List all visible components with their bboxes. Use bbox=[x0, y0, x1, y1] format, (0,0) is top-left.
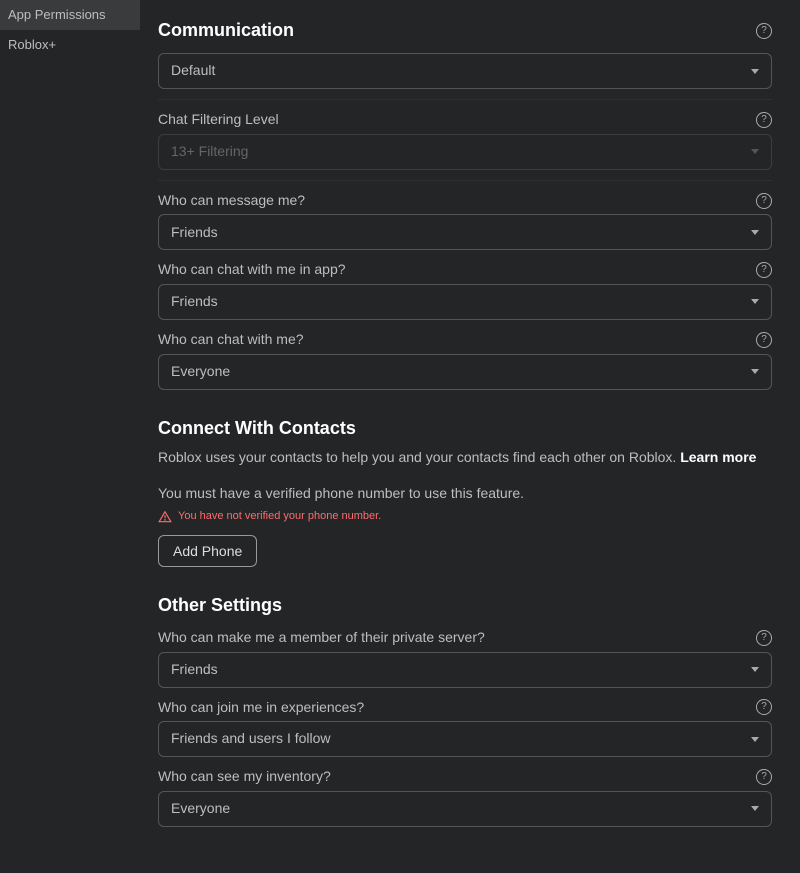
select-value: Friends bbox=[171, 223, 218, 243]
chevron-down-icon bbox=[751, 149, 759, 154]
select-value: Everyone bbox=[171, 362, 230, 382]
sidebar-item-roblox-plus[interactable]: Roblox+ bbox=[0, 30, 140, 60]
section-other-settings: Other Settings Who can make me a member … bbox=[158, 593, 772, 827]
chevron-down-icon bbox=[751, 299, 759, 304]
label-who-chat: Who can chat with me? bbox=[158, 330, 304, 350]
select-value: Friends and users I follow bbox=[171, 729, 331, 749]
select-value: Everyone bbox=[171, 799, 230, 819]
select-chat-filtering: 13+ Filtering bbox=[158, 134, 772, 170]
help-icon[interactable] bbox=[756, 699, 772, 715]
label-join-experiences: Who can join me in experiences? bbox=[158, 698, 364, 718]
help-icon[interactable] bbox=[756, 112, 772, 128]
sidebar-item-label: App Permissions bbox=[8, 6, 106, 24]
chevron-down-icon bbox=[751, 806, 759, 811]
learn-more-link[interactable]: Learn more bbox=[680, 449, 756, 465]
select-communication-default[interactable]: Default bbox=[158, 53, 772, 89]
select-see-inventory[interactable]: Everyone bbox=[158, 791, 772, 827]
select-who-message[interactable]: Friends bbox=[158, 214, 772, 250]
label-see-inventory: Who can see my inventory? bbox=[158, 767, 331, 787]
chevron-down-icon bbox=[751, 230, 759, 235]
select-value: Friends bbox=[171, 660, 218, 680]
warning-icon bbox=[158, 510, 172, 524]
section-title-connect: Connect With Contacts bbox=[158, 416, 772, 441]
warning-text: You have not verified your phone number. bbox=[178, 509, 381, 524]
help-icon[interactable] bbox=[756, 630, 772, 646]
label-chat-filtering: Chat Filtering Level bbox=[158, 110, 279, 130]
select-value: Friends bbox=[171, 292, 218, 312]
sidebar: App Permissions Roblox+ bbox=[0, 0, 140, 873]
help-icon[interactable] bbox=[756, 262, 772, 278]
warning-row: You have not verified your phone number. bbox=[158, 509, 772, 524]
select-private-server[interactable]: Friends bbox=[158, 652, 772, 688]
select-who-chat[interactable]: Everyone bbox=[158, 354, 772, 390]
help-icon[interactable] bbox=[756, 23, 772, 39]
add-phone-button[interactable]: Add Phone bbox=[158, 535, 257, 567]
chevron-down-icon bbox=[751, 737, 759, 742]
select-value: 13+ Filtering bbox=[171, 142, 248, 162]
section-connect-contacts: Connect With Contacts Roblox uses your c… bbox=[158, 416, 772, 567]
label-who-chat-app: Who can chat with me in app? bbox=[158, 260, 346, 280]
section-title-other: Other Settings bbox=[158, 593, 772, 618]
select-who-chat-app[interactable]: Friends bbox=[158, 284, 772, 320]
help-icon[interactable] bbox=[756, 769, 772, 785]
connect-requirement: You must have a verified phone number to… bbox=[158, 484, 772, 504]
help-icon[interactable] bbox=[756, 332, 772, 348]
connect-desc-text: Roblox uses your contacts to help you an… bbox=[158, 449, 680, 465]
select-join-experiences[interactable]: Friends and users I follow bbox=[158, 721, 772, 757]
label-who-message: Who can message me? bbox=[158, 191, 305, 211]
connect-description: Roblox uses your contacts to help you an… bbox=[158, 447, 772, 468]
sidebar-item-app-permissions[interactable]: App Permissions bbox=[0, 0, 140, 30]
help-icon[interactable] bbox=[756, 193, 772, 209]
main-content: Communication Default Chat Filtering Lev… bbox=[140, 0, 800, 873]
label-private-server: Who can make me a member of their privat… bbox=[158, 628, 485, 648]
section-title-communication: Communication bbox=[158, 18, 294, 43]
chevron-down-icon bbox=[751, 667, 759, 672]
chevron-down-icon bbox=[751, 369, 759, 374]
select-value: Default bbox=[171, 61, 215, 81]
chevron-down-icon bbox=[751, 69, 759, 74]
sidebar-item-label: Roblox+ bbox=[8, 36, 56, 54]
section-communication: Communication Default Chat Filtering Lev… bbox=[158, 18, 772, 390]
